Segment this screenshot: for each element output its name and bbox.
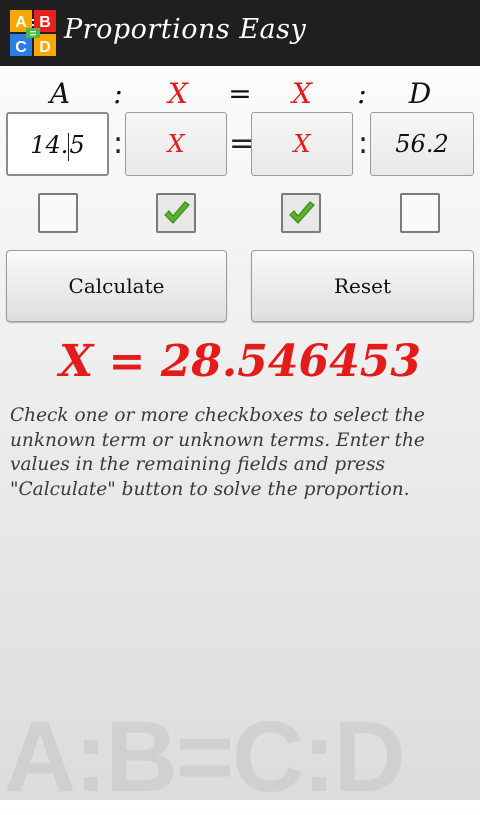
checkmark-icon xyxy=(289,201,315,224)
icon-letter-c: C xyxy=(15,39,27,56)
background-watermark: A:B=C:D xyxy=(4,701,406,813)
app-title: Proportions Easy xyxy=(64,14,307,45)
reset-button[interactable]: Reset xyxy=(251,250,474,322)
checkmark-icon xyxy=(164,201,190,224)
icon-letter-b: B xyxy=(39,14,51,31)
checkbox-a[interactable] xyxy=(38,193,78,233)
header-d: D xyxy=(408,77,432,110)
checkbox-c[interactable] xyxy=(281,193,321,233)
term-a-value-part1: 14. xyxy=(30,131,69,159)
header-c: X xyxy=(292,77,312,110)
checkbox-b[interactable] xyxy=(156,193,196,233)
calculate-button[interactable]: Calculate xyxy=(6,250,227,322)
term-a-input[interactable]: 14.5 xyxy=(6,112,109,176)
result-text: X = 28.546453 xyxy=(59,336,421,387)
app-icon: A B C D : = xyxy=(10,10,56,56)
help-text: Check one or more checkboxes to select t… xyxy=(10,405,425,500)
header-sep-2: : xyxy=(357,77,367,110)
term-c-input[interactable]: X xyxy=(251,112,353,176)
header-sep-1: : xyxy=(113,77,123,110)
header-equals: = xyxy=(228,77,252,110)
term-d-input[interactable]: 56.2 xyxy=(370,112,474,176)
term-a-value-part2: 5 xyxy=(69,131,85,159)
separator-equals: = xyxy=(229,126,255,161)
header-b: X xyxy=(168,77,188,110)
action-bar: A B C D : = Proportions Easy xyxy=(0,0,480,66)
header-a: A xyxy=(49,77,71,110)
icon-letter-d: D xyxy=(39,39,51,56)
icon-equals: = xyxy=(30,28,36,40)
icon-colon-top: : xyxy=(31,13,36,29)
icon-letter-a: A xyxy=(15,14,27,31)
checkbox-d[interactable] xyxy=(400,193,440,233)
term-b-input[interactable]: X xyxy=(125,112,227,176)
